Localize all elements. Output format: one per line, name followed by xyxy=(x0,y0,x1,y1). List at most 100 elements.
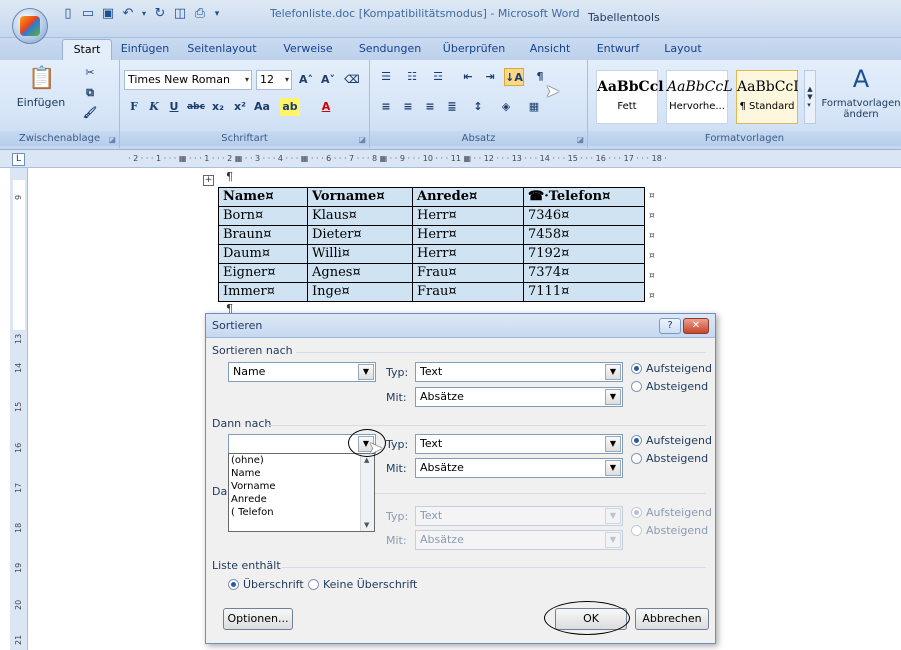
table-cell[interactable]: Herr¤ xyxy=(412,206,524,226)
office-button[interactable] xyxy=(12,8,48,44)
table-cell[interactable]: Daum¤ xyxy=(218,244,308,264)
sort-by-using-select[interactable]: Absätze ▼ xyxy=(415,387,623,407)
clear-format-icon[interactable]: ⌫ xyxy=(342,71,362,89)
undo-icon[interactable]: ↶ xyxy=(120,6,136,22)
then-by-2-using-select[interactable]: Absätze ▼ xyxy=(415,530,623,550)
table-cell[interactable]: Inge¤ xyxy=(307,282,413,302)
tab-selector[interactable]: L xyxy=(12,153,25,166)
save-icon[interactable]: ▣ xyxy=(100,6,116,22)
no-header-radio[interactable]: Keine Überschrift xyxy=(308,578,417,591)
change-styles-icon[interactable]: A xyxy=(828,64,894,94)
table-cell[interactable]: Braun¤ xyxy=(218,225,308,245)
tab-ueberpruefen[interactable]: Überprüfen xyxy=(440,39,508,60)
decrease-indent-icon[interactable]: ⇤ xyxy=(458,68,478,86)
close-button[interactable]: ✕ xyxy=(683,318,709,334)
clipboard-launcher-icon[interactable]: ◪ xyxy=(108,135,116,144)
print-preview-icon[interactable]: ◫ xyxy=(172,6,188,22)
tab-einfuegen[interactable]: Einfügen xyxy=(118,39,172,60)
multilevel-list-icon[interactable]: ☲ xyxy=(428,68,448,86)
tab-ansicht[interactable]: Ansicht xyxy=(522,39,578,60)
table-cell[interactable]: Immer¤ xyxy=(218,282,308,302)
style-fett[interactable]: AaBbCcl Fett xyxy=(596,70,664,124)
line-spacing-icon[interactable]: ↕ xyxy=(468,98,488,116)
table-move-handle-icon[interactable]: + xyxy=(203,175,214,186)
tab-seitenlayout[interactable]: Seitenlayout xyxy=(185,39,259,60)
scroll-down-icon[interactable]: ▼ xyxy=(364,521,369,529)
open-folder-icon[interactable]: ▭ xyxy=(80,6,96,22)
font-launcher-icon[interactable]: ◪ xyxy=(358,135,366,144)
dropdown-option[interactable]: ( Telefon xyxy=(229,506,374,519)
sort-by-field-select[interactable]: Name ▼ xyxy=(228,362,376,382)
undo-dropdown-icon[interactable]: ▾ xyxy=(140,6,148,22)
phone-table[interactable]: Name¤ Vorname¤ Anrede¤ ☎·Telefon¤ Born¤ … xyxy=(218,187,645,302)
font-name-box[interactable]: Times New Roman ▾ xyxy=(124,70,252,90)
then-by-using-select[interactable]: Absätze ▼ xyxy=(415,458,623,478)
tab-verweise[interactable]: Verweise xyxy=(278,39,338,60)
table-cell[interactable]: Frau¤ xyxy=(412,263,524,283)
header-cell-telefon[interactable]: ☎·Telefon¤ xyxy=(523,187,645,207)
paragraph-launcher-icon[interactable]: ◪ xyxy=(576,135,584,144)
sort-icon[interactable]: ↓A xyxy=(504,68,524,86)
superscript-icon[interactable]: x² xyxy=(230,98,250,116)
highlight-icon[interactable]: ab xyxy=(280,98,300,116)
font-color-icon[interactable]: A xyxy=(316,98,336,116)
cut-icon[interactable]: ✂ xyxy=(80,64,100,82)
style-hervorhebung[interactable]: AaBbCcL Hervorhe... xyxy=(666,70,733,124)
customize-qat-icon[interactable]: ▾ xyxy=(212,6,222,22)
justify-icon[interactable]: ≣ xyxy=(442,98,462,116)
shrink-font-icon[interactable]: A˅ xyxy=(318,71,338,89)
with-header-radio[interactable]: Überschrift xyxy=(228,578,304,591)
bullets-icon[interactable]: ☰ xyxy=(376,68,396,86)
dropdown-option[interactable]: Anrede xyxy=(229,493,374,506)
dropdown-option[interactable]: Vorname xyxy=(229,480,374,493)
copy-icon[interactable]: ⧉ xyxy=(80,84,100,102)
new-document-icon[interactable]: ▯ xyxy=(60,6,76,22)
table-cell[interactable]: 7374¤ xyxy=(523,263,645,283)
table-cell[interactable]: Agnes¤ xyxy=(307,263,413,283)
change-case-icon[interactable]: Aa xyxy=(252,98,272,116)
table-cell[interactable]: Willi¤ xyxy=(307,244,413,264)
table-cell[interactable]: Born¤ xyxy=(218,206,308,226)
format-painter-icon[interactable]: 🖌 xyxy=(80,104,100,122)
header-cell-vorname[interactable]: Vorname¤ xyxy=(307,187,413,207)
table-cell[interactable]: Herr¤ xyxy=(412,225,524,245)
align-right-icon[interactable]: ≡ xyxy=(420,98,440,116)
paste-button[interactable]: Einfügen xyxy=(16,94,66,110)
strikethrough-icon[interactable]: abc xyxy=(186,98,206,116)
borders-icon[interactable]: ▦ xyxy=(524,98,544,116)
align-left-icon[interactable]: ≡ xyxy=(376,98,396,116)
paste-icon[interactable]: 📋 xyxy=(20,64,64,92)
then-by-dropdown-list[interactable]: (ohne) Name Vorname Anrede ( Telefon ▲ ▼ xyxy=(228,453,375,532)
change-styles-button[interactable]: Formatvorlagen ändern xyxy=(821,96,900,122)
font-size-box[interactable]: 12 ▾ xyxy=(256,70,292,90)
dropdown-option[interactable]: (ohne) xyxy=(229,454,374,467)
print-icon[interactable]: ⎙ xyxy=(192,6,208,22)
then-by-2-ascending-radio[interactable]: Aufsteigend xyxy=(631,506,712,519)
table-cell[interactable]: Dieter¤ xyxy=(307,225,413,245)
table-cell[interactable]: Eigner¤ xyxy=(218,263,308,283)
subscript-icon[interactable]: x₂ xyxy=(208,98,228,116)
tab-start[interactable]: Start xyxy=(62,39,112,60)
redo-icon[interactable]: ↻ xyxy=(152,6,168,22)
then-by-2-descending-radio[interactable]: Absteigend xyxy=(631,524,708,537)
dialog-title-bar[interactable]: Sortieren ? ✕ xyxy=(206,314,715,338)
numbering-icon[interactable]: ☷ xyxy=(402,68,422,86)
tab-entwurf[interactable]: Entwurf xyxy=(590,39,646,60)
increase-indent-icon[interactable]: ⇥ xyxy=(480,68,500,86)
dropdown-scrollbar[interactable]: ▲ ▼ xyxy=(360,454,374,531)
table-cell[interactable]: 7346¤ xyxy=(523,206,645,226)
then-by-type-select[interactable]: Text ▼ xyxy=(415,434,623,454)
italic-icon[interactable]: K xyxy=(144,98,164,116)
options-button[interactable]: Optionen... xyxy=(223,608,293,630)
cancel-button[interactable]: Abbrechen xyxy=(635,608,709,630)
styles-scroll[interactable]: ▲ ▼ ▾ xyxy=(804,70,816,124)
table-cell[interactable]: Frau¤ xyxy=(412,282,524,302)
table-cell[interactable]: 7458¤ xyxy=(523,225,645,245)
help-button[interactable]: ? xyxy=(659,318,681,334)
shading-icon[interactable]: ◈ xyxy=(496,98,516,116)
table-cell[interactable]: 7192¤ xyxy=(523,244,645,264)
header-cell-name[interactable]: Name¤ xyxy=(218,187,308,207)
table-cell[interactable]: Klaus¤ xyxy=(307,206,413,226)
table-cell[interactable]: 7111¤ xyxy=(523,282,645,302)
underline-icon[interactable]: U xyxy=(164,98,184,116)
